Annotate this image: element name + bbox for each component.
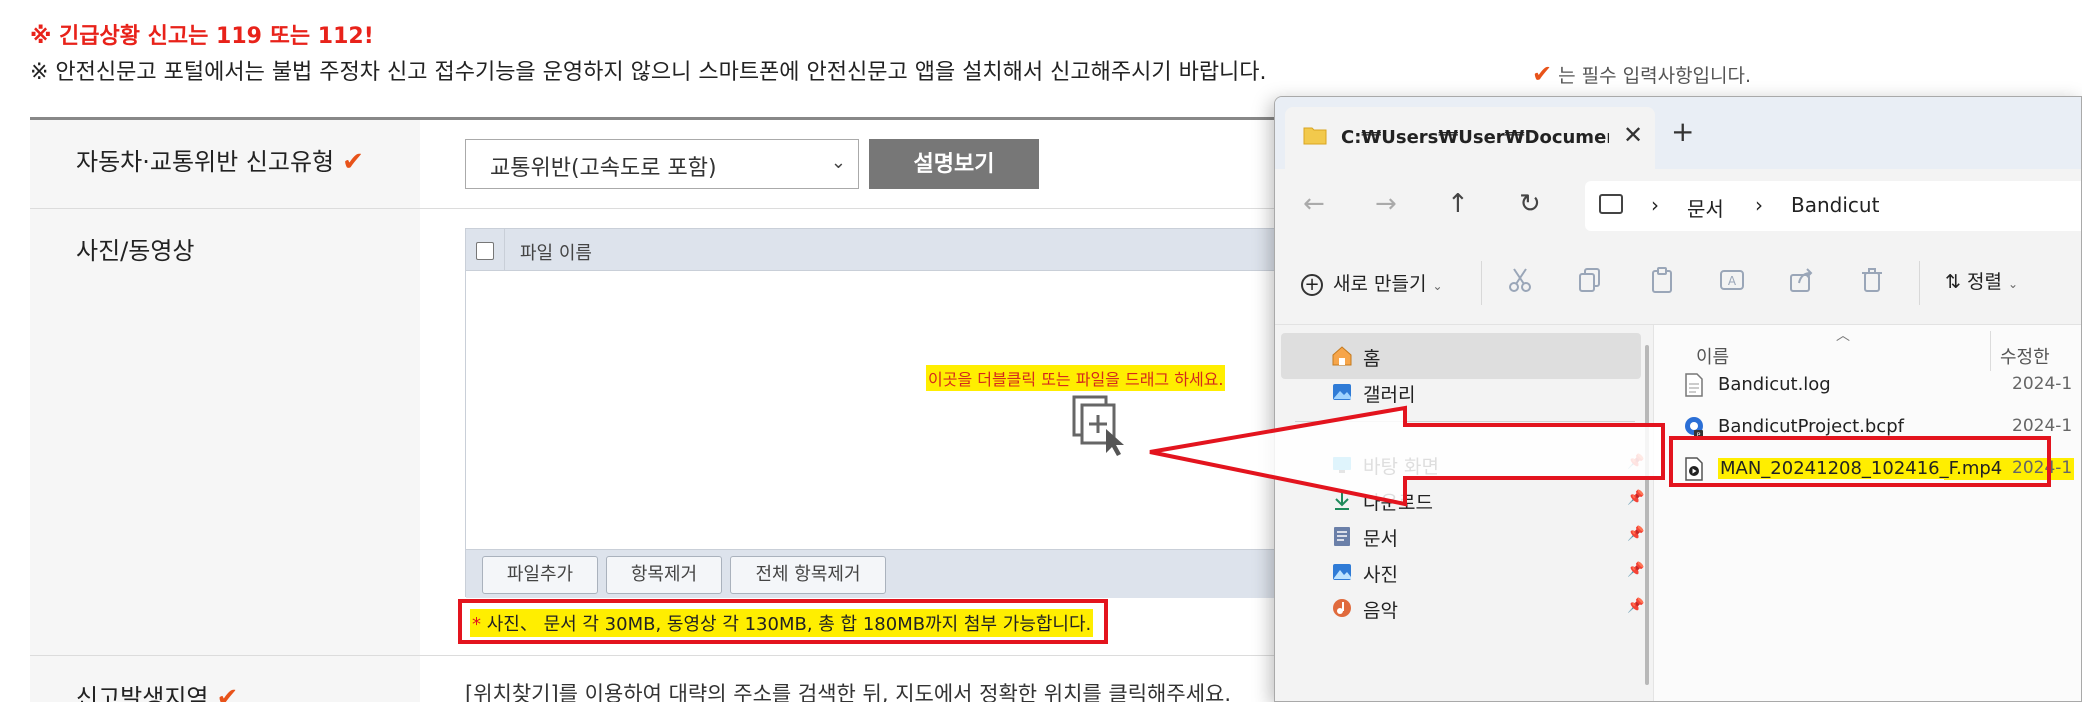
up-icon[interactable]: ↑ bbox=[1447, 189, 1469, 219]
copy-icon[interactable] bbox=[1577, 267, 1603, 293]
pin-icon: 📌 bbox=[1627, 526, 1645, 542]
pin-icon: 📌 bbox=[1627, 454, 1645, 470]
modified-column-header[interactable]: 수정한 bbox=[2000, 343, 2050, 369]
share-icon[interactable] bbox=[1789, 267, 1815, 293]
media-label: 사진/동영상 bbox=[76, 237, 195, 265]
drop-hint: 이곳을 더블클릭 또는 파일을 드래그 하세요. bbox=[926, 365, 1226, 391]
media-label-cell: 사진/동영상 bbox=[30, 209, 420, 655]
navigation-pane: 홈 갤러리 바탕 화면 📌 다운로드 📌 문서 📌 사진 📌 음악 📌 bbox=[1275, 325, 1653, 701]
report-type-label: 자동차·교통위반 신고유형 ✔ bbox=[76, 147, 364, 177]
file-actions-bar: 파일추가 항목제거 전체 항목제거 bbox=[466, 549, 1294, 598]
toolbar-divider bbox=[1481, 261, 1482, 305]
new-button[interactable]: + 새로 만들기 ⌄ bbox=[1301, 269, 1443, 296]
home-icon bbox=[1332, 346, 1352, 366]
pin-icon: 📌 bbox=[1627, 490, 1645, 506]
desktop-icon bbox=[1333, 457, 1351, 473]
file-name-column-header: 파일 이름 bbox=[520, 243, 592, 264]
remove-all-items-button[interactable]: 전체 항목제거 bbox=[730, 556, 886, 594]
close-tab-icon[interactable]: ✕ bbox=[1623, 121, 1643, 149]
file-list-header: 파일 이름 bbox=[466, 229, 1294, 271]
app-notice: ※ 안전신문고 포털에서는 불법 주정차 신고 접수기능을 운영하지 않으니 스… bbox=[30, 60, 1267, 85]
pin-icon: 📌 bbox=[1627, 562, 1645, 578]
explorer-tab[interactable]: C:₩Users₩User₩Documents₩Bandicut ✕ bbox=[1285, 107, 1655, 169]
report-type-select[interactable]: 교통위반(고속도로 포함) ⌄ bbox=[465, 139, 859, 189]
paste-icon[interactable] bbox=[1649, 267, 1675, 293]
remove-item-button[interactable]: 항목제거 bbox=[606, 556, 722, 594]
toolbar-divider bbox=[1919, 261, 1920, 305]
computer-icon bbox=[1599, 194, 1623, 214]
file-explorer-window[interactable]: C:₩Users₩User₩Documents₩Bandicut ✕ + ← →… bbox=[1274, 96, 2082, 702]
chevron-down-icon: ⌄ bbox=[2007, 277, 2018, 291]
breadcrumb-separator: › bbox=[1651, 193, 1659, 217]
new-tab-icon[interactable]: + bbox=[1671, 115, 1694, 148]
location-label: 신고발생지역 ✔ bbox=[76, 678, 238, 702]
pictures-icon bbox=[1333, 564, 1351, 580]
check-icon: ✔ bbox=[1532, 60, 1553, 88]
select-all-checkbox[interactable] bbox=[476, 242, 494, 260]
tab-title: C:₩Users₩User₩Documents₩Bandicut bbox=[1341, 127, 1609, 148]
file-row[interactable]: Bandicut.log 2024-1 bbox=[1674, 367, 2081, 403]
cut-icon[interactable] bbox=[1507, 267, 1533, 293]
emergency-notice: ※ 긴급상황 신고는 119 또는 112! bbox=[30, 24, 374, 49]
location-label-cell: 신고발생지역 ✔ bbox=[30, 656, 420, 702]
svg-text:A: A bbox=[1728, 274, 1737, 288]
music-icon bbox=[1333, 599, 1351, 617]
text-file-icon bbox=[1685, 373, 1703, 397]
back-icon[interactable]: ← bbox=[1303, 189, 1325, 219]
selected-file-annotation-frame bbox=[1669, 436, 2051, 487]
name-column-header[interactable]: 이름 bbox=[1696, 343, 1729, 369]
column-divider bbox=[1990, 331, 1991, 371]
refresh-icon[interactable]: ↻ bbox=[1519, 189, 1541, 219]
document-icon bbox=[1334, 527, 1350, 546]
forward-icon[interactable]: → bbox=[1375, 189, 1397, 219]
report-type-label-cell: 자동차·교통위반 신고유형 ✔ bbox=[30, 120, 420, 208]
required-check-icon: ✔ bbox=[216, 683, 239, 702]
pin-icon: 📌 bbox=[1627, 598, 1645, 614]
title-bar: C:₩Users₩User₩Documents₩Bandicut ✕ + bbox=[1275, 97, 2081, 169]
sidebar-item-music[interactable]: 음악 📌 bbox=[1281, 585, 1645, 631]
folder-icon bbox=[1303, 127, 1327, 145]
nav-scrollbar[interactable] bbox=[1645, 345, 1649, 685]
location-guide-text: [위치찾기]를 이용하여 대략의 주소를 검색한 뒤, 지도에서 정확한 위치를… bbox=[465, 682, 1232, 702]
required-check-icon: ✔ bbox=[342, 147, 364, 177]
delete-icon[interactable] bbox=[1859, 267, 1885, 293]
breadcrumb-documents[interactable]: 문서 bbox=[1687, 193, 1724, 222]
rename-icon[interactable]: A bbox=[1719, 267, 1745, 293]
add-file-button[interactable]: 파일추가 bbox=[482, 556, 598, 594]
required-note-text: 는 필수 입력사항입니다. bbox=[1558, 65, 1752, 87]
size-limit-text: * 사진、 문서 각 30MB, 동영상 각 130MB, 총 합 180MB까… bbox=[470, 609, 1094, 637]
address-bar[interactable]: › 문서 › Bandicut bbox=[1585, 181, 2081, 231]
column-divider bbox=[504, 229, 505, 271]
file-upload-area[interactable]: 파일 이름 이곳을 더블클릭 또는 파일을 드래그 하세요. 파일추가 항목제거… bbox=[465, 228, 1295, 598]
chevron-down-icon: ⌄ bbox=[1432, 279, 1443, 293]
sort-icon: ⇅ bbox=[1945, 271, 1967, 293]
gallery-icon bbox=[1333, 384, 1351, 400]
nav-divider bbox=[1295, 421, 1635, 422]
size-limit-annotation-frame: * 사진、 문서 각 30MB, 동영상 각 130MB, 총 합 180MB까… bbox=[458, 599, 1108, 644]
breadcrumb-bandicut[interactable]: Bandicut bbox=[1791, 193, 1879, 217]
command-bar: + 새로 만들기 ⌄ A ⇅ 정렬 ⌄ bbox=[1275, 245, 2081, 325]
add-icon: + bbox=[1301, 274, 1323, 296]
file-list-pane: ︿ 이름 수정한 Bandicut.log 2024-1 P BandicutP… bbox=[1653, 325, 2081, 701]
sidebar-item-gallery[interactable]: 갤러리 bbox=[1281, 369, 1641, 415]
add-file-icon[interactable] bbox=[1070, 395, 1130, 457]
chevron-down-icon: ⌄ bbox=[830, 152, 846, 173]
view-description-button[interactable]: 설명보기 bbox=[869, 139, 1039, 189]
required-note: ✔ 는 필수 입력사항입니다. bbox=[1532, 60, 1751, 88]
sort-button[interactable]: ⇅ 정렬 ⌄ bbox=[1945, 267, 2018, 294]
navigation-bar: ← → ↑ ↻ › 문서 › Bandicut bbox=[1275, 169, 2081, 245]
breadcrumb-separator: › bbox=[1755, 193, 1763, 217]
download-icon bbox=[1335, 491, 1349, 510]
sort-ascending-icon: ︿ bbox=[1836, 328, 1850, 344]
